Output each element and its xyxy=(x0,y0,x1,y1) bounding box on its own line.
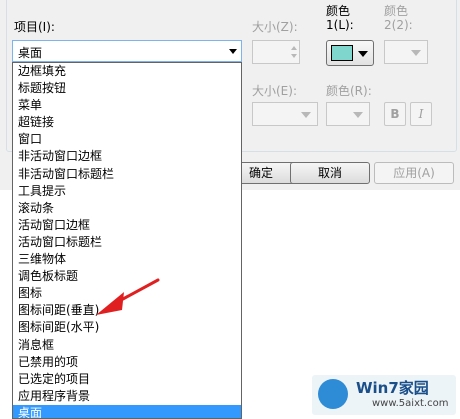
annotation-arrow xyxy=(96,278,160,315)
watermark-title: Win7家园 xyxy=(356,379,429,397)
watermark: Win7家园 www.5aixt.com xyxy=(312,375,456,415)
watermark-url: www.5aixt.com xyxy=(372,398,449,409)
arrow-head xyxy=(96,292,124,315)
house-logo-icon xyxy=(318,379,348,409)
